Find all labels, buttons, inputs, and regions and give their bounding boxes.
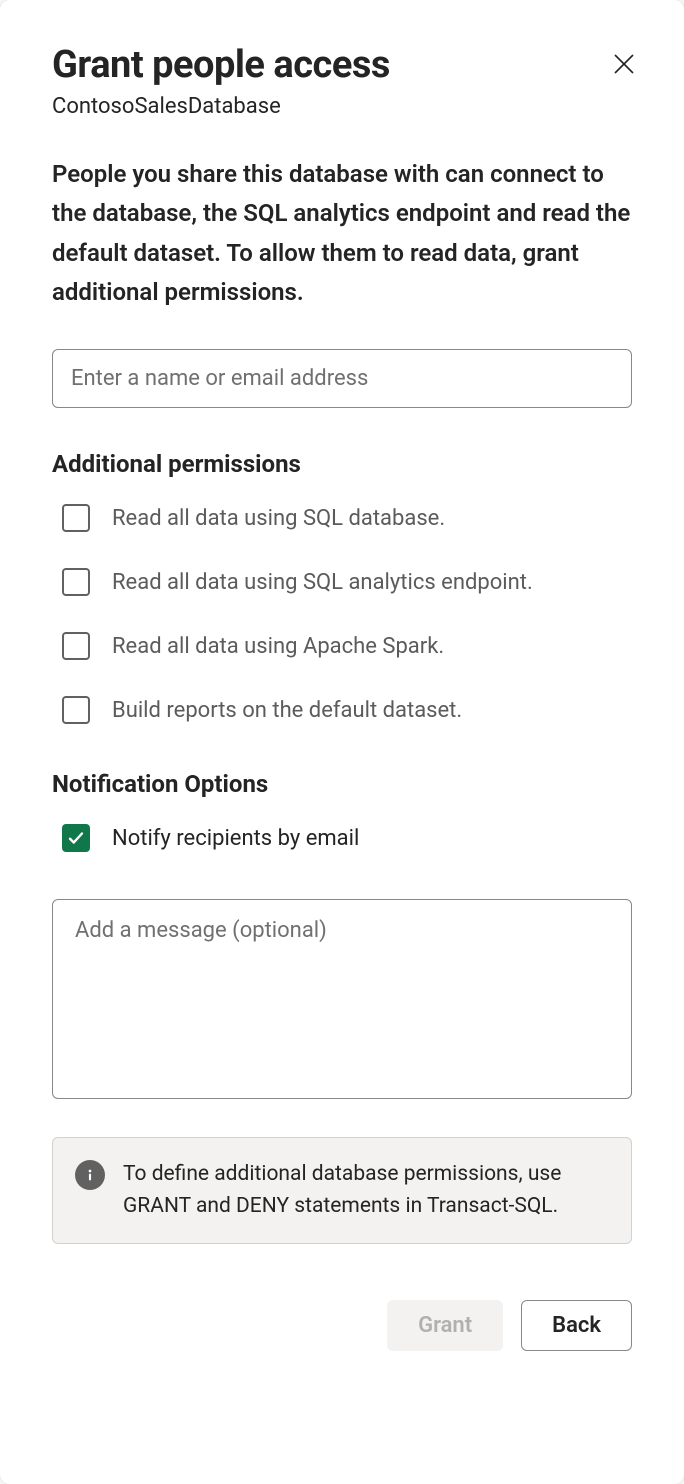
- dialog-footer: Grant Back: [52, 1300, 632, 1351]
- permission-row: Read all data using SQL analytics endpoi…: [52, 566, 632, 600]
- permission-checkbox-spark[interactable]: [62, 632, 90, 660]
- permission-label[interactable]: Read all data using SQL analytics endpoi…: [112, 566, 533, 600]
- info-icon: [75, 1160, 105, 1190]
- people-input[interactable]: [52, 349, 632, 408]
- permission-label[interactable]: Read all data using Apache Spark.: [112, 630, 444, 664]
- close-button[interactable]: [608, 48, 640, 80]
- permission-label[interactable]: Read all data using SQL database.: [112, 502, 445, 536]
- notification-options-heading: Notification Options: [52, 770, 632, 798]
- dialog-title: Grant people access: [52, 44, 632, 88]
- back-button[interactable]: Back: [521, 1300, 632, 1351]
- additional-permissions-heading: Additional permissions: [52, 450, 632, 478]
- permission-row: Read all data using SQL database.: [52, 502, 632, 536]
- grant-access-dialog: Grant people access ContosoSalesDatabase…: [0, 0, 684, 1484]
- permission-checkbox-sql-analytics[interactable]: [62, 568, 90, 596]
- permission-row: Read all data using Apache Spark.: [52, 630, 632, 664]
- permission-label[interactable]: Build reports on the default dataset.: [112, 694, 462, 728]
- dialog-description: People you share this database with can …: [52, 155, 632, 313]
- notify-row: Notify recipients by email: [52, 822, 632, 856]
- dialog-subtitle: ContosoSalesDatabase: [52, 94, 632, 119]
- info-text: To define additional database permission…: [123, 1158, 609, 1223]
- permission-checkbox-build-reports[interactable]: [62, 696, 90, 724]
- grant-button[interactable]: Grant: [387, 1300, 503, 1351]
- info-box: To define additional database permission…: [52, 1137, 632, 1244]
- notify-label[interactable]: Notify recipients by email: [112, 822, 359, 856]
- permission-checkbox-sql-db[interactable]: [62, 504, 90, 532]
- checkmark-icon: [67, 829, 85, 847]
- permission-row: Build reports on the default dataset.: [52, 694, 632, 728]
- message-textarea[interactable]: [52, 899, 632, 1099]
- notify-checkbox[interactable]: [62, 824, 90, 852]
- close-icon: [612, 52, 636, 76]
